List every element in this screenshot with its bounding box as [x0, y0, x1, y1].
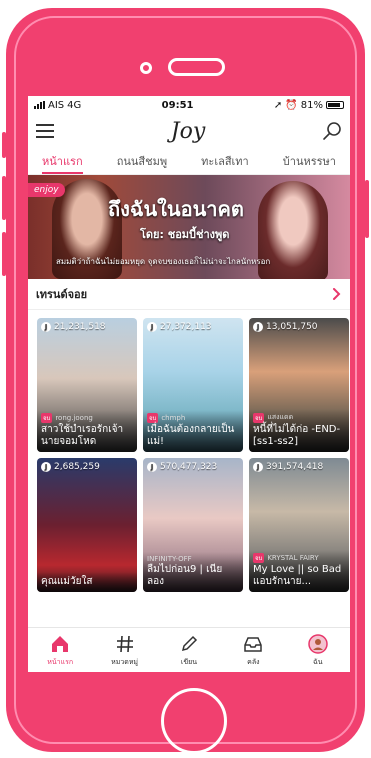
avatar-icon [308, 633, 328, 654]
status-bar: AIS 4G 09:51 ➚ ⏰ 81% [28, 96, 350, 114]
joy-icon: J [41, 322, 51, 332]
location-icon: ➚ [273, 99, 283, 111]
status-badge: จบ [253, 412, 265, 423]
hashtag-icon [116, 635, 133, 652]
nav-write[interactable]: เขียน [163, 633, 215, 668]
card-author: KRYSTAL FAIRY [267, 554, 319, 562]
trend-grid: J 21,231,518 จบ rong.joong สาวใช้บำเรอรักเ… [28, 310, 350, 592]
view-count: J 2,685,259 [41, 462, 100, 472]
volume-down-button [2, 232, 6, 276]
story-card[interactable]: J 13,051,750 จบ แสงแดด หนี้ที่ไม่ได้ก่อ -E… [249, 318, 349, 452]
alarm-icon: ⏰ [285, 99, 298, 111]
card-caption: จบ chmph เมื่อฉันต้องกลายเป็นแม่! [143, 410, 243, 452]
status-badge: จบ [253, 553, 265, 563]
camera-icon [140, 62, 152, 74]
pencil-icon [181, 635, 198, 651]
view-count: J 13,051,750 [253, 322, 318, 332]
network-label: 4G [67, 99, 82, 111]
card-author: INFINITY-OFF [147, 555, 192, 563]
bottom-nav: หน้าแรก หมวดหมู่ เขียน คลัง ฉัน [28, 627, 350, 672]
card-title: สาวใช้บำเรอรักเจ้านายจอมโหด [41, 424, 124, 447]
card-title: My Love || so Bad แอบรักนาย... [253, 564, 342, 587]
speaker-icon [168, 58, 225, 76]
battery-icon [326, 101, 344, 109]
search-icon[interactable] [322, 121, 342, 141]
app-logo: Joy [170, 118, 206, 144]
status-time: 09:51 [161, 99, 194, 111]
volume-up-button [2, 176, 6, 220]
card-author: rong.joong [55, 414, 93, 422]
trend-title: เทรนด์จอย [36, 288, 88, 301]
menu-icon[interactable] [36, 124, 54, 138]
card-caption: จบ KRYSTAL FAIRY My Love || so Bad แอบรัก… [249, 550, 349, 592]
nav-home[interactable]: หน้าแรก [34, 633, 86, 668]
tab-gray-sea[interactable]: ทะเลสีเทา [201, 148, 249, 174]
battery-percent: 81% [300, 99, 323, 111]
nav-label: ฉัน [312, 657, 323, 666]
home-button[interactable] [161, 688, 227, 754]
tab-fun-house[interactable]: บ้านหรรษา [283, 148, 336, 174]
home-icon [52, 635, 69, 652]
status-badge: จบ [41, 413, 53, 423]
mute-switch [2, 132, 6, 158]
banner-title: ถึงฉันในอนาคต [108, 197, 244, 221]
joy-icon: J [253, 462, 263, 472]
card-caption: INFINITY-OFF ลืมไปก่อน9 | เนียลอง [143, 552, 243, 592]
story-card[interactable]: J 570,477,323 INFINITY-OFF ลืมไปก่อน9 | เ… [143, 458, 243, 592]
tab-home[interactable]: หน้าแรก [42, 148, 83, 174]
app-header: Joy [28, 114, 350, 148]
carrier-label: AIS [48, 99, 65, 111]
nav-profile[interactable]: ฉัน [292, 633, 344, 668]
card-title: หนี้ที่ไม่ได้ก่อ -END- [ss1-ss2] [253, 424, 341, 447]
banner-author: โดย: ชอมบี้ช่างพูด [140, 228, 230, 241]
joy-icon: J [41, 462, 51, 472]
story-card[interactable]: J 21,231,518 จบ rong.joong สาวใช้บำเรอรักเ… [37, 318, 137, 452]
story-card[interactable]: J 2,685,259 คุณแม่วัยใส [37, 458, 137, 592]
card-author: แสงแดด [267, 413, 294, 421]
featured-banner[interactable]: enjoy ถึงฉันในอนาคต โดย: ชอมบี้ช่างพูด ส… [28, 175, 350, 279]
nav-label: หมวดหมู่ [111, 657, 139, 666]
nav-label: เขียน [180, 657, 197, 666]
card-title: ลืมไปก่อน9 | เนียลอง [147, 564, 223, 587]
inbox-icon [244, 636, 263, 652]
joy-icon: J [147, 462, 157, 472]
enjoy-badge: enjoy [28, 183, 65, 197]
tab-pink-road[interactable]: ถนนสีชมพู [117, 148, 167, 174]
card-title: คุณแม่วัยใส [41, 576, 93, 587]
power-button [365, 180, 369, 238]
story-card[interactable]: J 391,574,418 จบ KRYSTAL FAIRY My Love || … [249, 458, 349, 592]
card-caption: จบ แสงแดด หนี้ที่ไม่ได้ก่อ -END- [ss1-ss2… [249, 409, 349, 452]
joy-icon: J [147, 322, 157, 332]
card-title: เมื่อฉันต้องกลายเป็นแม่! [147, 424, 235, 447]
card-caption: คุณแม่วัยใส [37, 572, 137, 592]
category-tabs: หน้าแรก ถนนสีชมพู ทะเลสีเทา บ้านหรรษา [28, 148, 350, 175]
nav-library[interactable]: คลัง [227, 633, 279, 668]
chevron-right-icon[interactable] [330, 288, 342, 300]
app-screen: AIS 4G 09:51 ➚ ⏰ 81% Joy หน้าแรก ถนนสีชม… [28, 96, 350, 672]
view-count: J 570,477,323 [147, 462, 217, 472]
signal-icon [34, 101, 45, 109]
view-count: J 391,574,418 [253, 462, 323, 472]
banner-subtitle: สมมติว่าถ้าฉันไม่ยอมหยุด จุดจบของเธอก็ไม… [56, 257, 271, 266]
card-caption: จบ rong.joong สาวใช้บำเรอรักเจ้านายจอมโหด [37, 410, 137, 452]
trend-section-header[interactable]: เทรนด์จอย [28, 279, 350, 310]
card-author: chmph [161, 414, 186, 422]
story-card[interactable]: J 27,372,113 จบ chmph เมื่อฉันต้องกลายเป็น… [143, 318, 243, 452]
nav-label: หน้าแรก [47, 657, 74, 666]
nav-label: คลัง [247, 657, 260, 666]
nav-categories[interactable]: หมวดหมู่ [99, 633, 151, 668]
joy-icon: J [253, 322, 263, 332]
view-count: J 21,231,518 [41, 322, 106, 332]
view-count: J 27,372,113 [147, 322, 212, 332]
status-badge: จบ [147, 413, 159, 423]
